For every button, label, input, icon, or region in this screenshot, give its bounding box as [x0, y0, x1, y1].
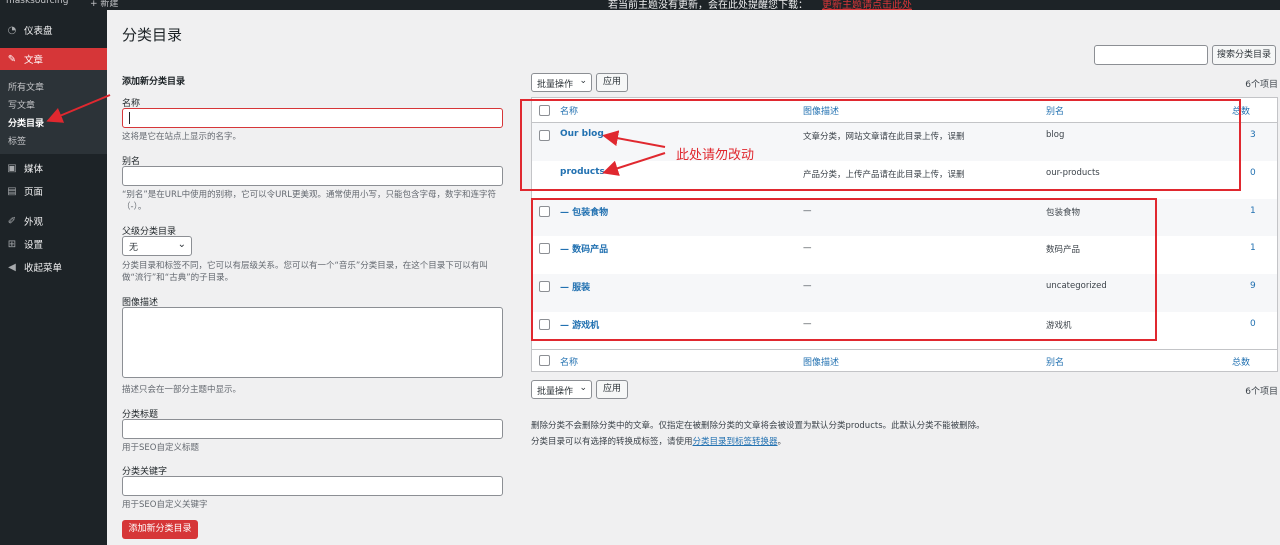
seo-title-help: 用于SEO自定义标题: [122, 443, 199, 453]
text-caret: [129, 112, 130, 124]
bulk-actions-value: 批量操作: [537, 387, 574, 397]
collapse-icon: ◀: [8, 261, 16, 273]
menu-collapse[interactable]: ◀ 收起菜单: [0, 256, 107, 278]
row-count-link[interactable]: 0: [1250, 168, 1256, 178]
bulk-actions-select[interactable]: 批量操作 ⌄: [531, 73, 592, 92]
gauge-icon: ◔: [7, 24, 17, 36]
row-count-link[interactable]: 0: [1250, 319, 1256, 329]
menu-dashboard[interactable]: ◔ 仪表盘: [0, 19, 107, 41]
menu-collapse-label: 收起菜单: [24, 263, 63, 274]
theme-notice: 若当前主题没有更新，会在此处提醒您下载： 更新主题请点击此处: [608, 0, 912, 10]
submenu-tags[interactable]: 标签: [8, 134, 26, 147]
theme-notice-link[interactable]: 更新主题请点击此处: [822, 0, 912, 10]
select-all-checkbox-footer[interactable]: [539, 355, 550, 366]
chevron-down-icon: ⌄: [177, 239, 186, 250]
item-count: 6个项目: [1245, 80, 1278, 90]
convert-note: 分类目录可以有选择的转换成标签，请使用分类目录到标签转换器。: [531, 435, 786, 447]
parent-select[interactable]: 无 ⌄: [122, 236, 192, 256]
chevron-down-icon: ⌄: [579, 76, 587, 86]
pin-icon: ✎: [7, 53, 17, 65]
menu-appearance-label: 外观: [24, 217, 44, 228]
col-slug-footer[interactable]: 别名: [1046, 355, 1064, 368]
convert-note-text: 分类目录可以有选择的转换成标签，请使用: [531, 437, 693, 447]
media-icon: ▣: [7, 162, 17, 174]
apply-button[interactable]: 应用: [596, 73, 628, 92]
submenu-all-posts[interactable]: 所有文章: [8, 80, 44, 93]
menu-media[interactable]: ▣ 媒体: [0, 157, 107, 179]
menu-media-label: 媒体: [24, 164, 44, 175]
name-help: 这将是它在站点上显示的名字。: [122, 132, 242, 142]
row-count-link[interactable]: 3: [1250, 130, 1256, 140]
row-count-link[interactable]: 1: [1250, 206, 1256, 216]
parent-select-value: 无: [129, 243, 139, 253]
annotation-box-bottom: [531, 198, 1157, 341]
menu-posts-label: 文章: [24, 55, 44, 66]
site-name-link[interactable]: masksourcing: [6, 0, 68, 6]
page-title: 分类目录: [122, 26, 183, 44]
page-icon: ▤: [7, 185, 17, 197]
search-input[interactable]: [1094, 45, 1208, 65]
submenu-categories[interactable]: 分类目录: [8, 116, 44, 129]
col-count-footer[interactable]: 总数: [1232, 355, 1250, 368]
apply-button-bottom[interactable]: 应用: [596, 380, 628, 399]
seo-keywords-input[interactable]: [122, 476, 503, 496]
seo-title-input[interactable]: [122, 419, 503, 439]
convert-note-suffix: 。: [777, 437, 787, 447]
seo-keywords-help: 用于SEO自定义关键字: [122, 500, 208, 510]
name-input[interactable]: [122, 108, 503, 128]
delete-note: 删除分类不会删除分类中的文章。仅指定在被删除分类的文章将会被设置为默认分类pro…: [531, 421, 985, 431]
row-count-link[interactable]: 1: [1250, 243, 1256, 253]
description-help: 描述只会在一部分主题中显示。: [122, 385, 242, 395]
menu-posts[interactable]: ✎ 文章: [0, 48, 107, 70]
admin-sidebar: ◔ 仪表盘 ✎ 文章 所有文章 写文章 分类目录 标签 ▣ 媒体 ▤ 页面 ✐ …: [0, 10, 107, 545]
table-footer: 名称 图像描述 别名 总数: [532, 350, 1277, 372]
menu-pages[interactable]: ▤ 页面: [0, 180, 107, 202]
slug-input[interactable]: [122, 166, 503, 186]
settings-icon: ⊞: [7, 238, 17, 250]
item-count-bottom: 6个项目: [1245, 387, 1278, 397]
admin-bar: masksourcing + 新建 若当前主题没有更新，会在此处提醒您下载： 更新…: [0, 0, 1280, 10]
menu-settings[interactable]: ⊞ 设置: [0, 233, 107, 255]
new-content-button[interactable]: + 新建: [90, 0, 118, 9]
annotation-text: 此处请勿改动: [676, 148, 755, 163]
menu-pages-label: 页面: [24, 187, 44, 198]
converter-link[interactable]: 分类目录到标签转换器: [693, 437, 778, 447]
menu-dashboard-label: 仪表盘: [24, 26, 53, 37]
slug-help: “别名”是在URL中使用的别称，它可以令URL更美观。通常使用小写，只能包含字母…: [122, 190, 497, 212]
description-textarea[interactable]: [122, 307, 503, 378]
chevron-down-icon: ⌄: [579, 383, 587, 393]
col-name-footer[interactable]: 名称: [560, 355, 578, 368]
add-category-heading: 添加新分类目录: [122, 77, 186, 87]
menu-appearance[interactable]: ✐ 外观: [0, 210, 107, 232]
brush-icon: ✐: [7, 215, 17, 227]
search-categories-button[interactable]: 搜索分类目录: [1212, 45, 1276, 65]
row-count-link[interactable]: 9: [1250, 281, 1256, 291]
col-description-footer: 图像描述: [803, 358, 840, 368]
bulk-actions-value: 批量操作: [537, 80, 574, 90]
menu-settings-label: 设置: [24, 240, 44, 251]
add-category-button[interactable]: 添加新分类目录: [122, 520, 198, 539]
submenu-new-post[interactable]: 写文章: [8, 98, 35, 111]
bulk-actions-select-bottom[interactable]: 批量操作 ⌄: [531, 380, 592, 399]
parent-help: 分类目录和标签不同，它可以有层级关系。您可以有一个“音乐”分类目录，在这个目录下…: [122, 261, 488, 283]
annotation-box-top: [520, 99, 1241, 191]
theme-notice-text: 若当前主题没有更新，会在此处提醒您下载：: [608, 0, 808, 10]
posts-submenu: 所有文章 写文章 分类目录 标签: [0, 70, 107, 154]
